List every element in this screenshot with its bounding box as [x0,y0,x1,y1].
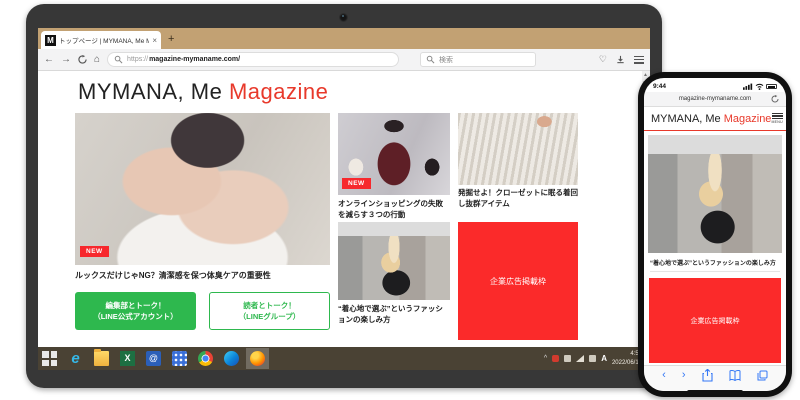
laptop-device: M トップページ | MYMANA, Me M… × + ← → ⌂ https… [26,4,662,388]
line-official-button-line2: （LINE公式アカウント） [93,311,178,322]
phone-status-icons [743,83,777,90]
webcam [339,13,348,22]
phone-url-bar[interactable]: magazine-mymaname.com [644,92,786,107]
cellular-signal-icon [743,83,753,90]
page-title-black: MYMANA, Me [78,79,229,104]
page-title-red: Magazine [229,79,328,104]
search-icon [114,55,123,64]
tabs-icon[interactable] [757,370,768,381]
featured-article-image[interactable]: NEW [75,113,330,265]
start-button-icon[interactable] [42,351,57,366]
file-explorer-icon[interactable] [94,351,109,366]
phone-forward-icon[interactable]: › [682,370,686,381]
article-title-shopping[interactable]: オンラインショッピングの失敗を減らす３つの行動 [338,199,450,221]
browser-tab-strip: M トップページ | MYMANA, Me M… × + [38,28,650,49]
chrome-icon[interactable] [198,351,213,366]
mail-icon[interactable]: @ [146,351,161,366]
network-icon[interactable] [576,355,584,362]
site-favicon: M [45,35,56,46]
home-icon[interactable]: ⌂ [94,55,100,65]
browser-tab[interactable]: M トップページ | MYMANA, Me M… × [41,31,161,49]
phone-screen: 9:44 magazine-mymaname.com [644,78,786,391]
page-title: MYMANA, Me Magazine [78,79,328,105]
phone-site-header: MYMANA, Me Magazine MENU [644,107,786,131]
ad-placeholder-label: 企業広告掲載枠 [490,276,546,287]
back-icon[interactable]: ← [44,55,54,65]
divider [650,271,780,272]
tray-power-icon[interactable] [564,355,571,362]
apps-grid-icon[interactable] [172,351,187,366]
internet-explorer-icon[interactable]: e [68,351,83,366]
tray-app-icon[interactable] [552,355,559,362]
laptop-screen: M トップページ | MYMANA, Me M… × + ← → ⌂ https… [38,28,650,370]
article-image-shopping[interactable]: NEW [338,113,450,195]
firefox-active-task[interactable] [246,348,269,369]
share-icon[interactable] [702,369,713,382]
address-bar[interactable]: https:// magazine-mymaname.com/ [107,52,399,67]
bookmarks-icon[interactable] [729,370,741,381]
article-title-closet[interactable]: 発掘せよ！クローゼットに眠る着回し抜群アイテム [458,188,578,210]
phone-ad-placeholder-label: 企業広告掲載枠 [691,316,740,326]
phone-status-time: 9:44 [653,83,666,90]
line-group-button[interactable]: 読者とトーク！ （LINEグループ） [209,292,330,330]
forward-icon[interactable]: → [61,55,71,65]
firefox-icon [250,351,265,366]
article-image-closet[interactable] [458,113,578,185]
article-title-fashion[interactable]: “着心地で選ぶ”というファッションの楽しみ方 [338,304,450,326]
line-group-button-line2: （LINEグループ） [239,311,301,322]
tray-expand-icon[interactable]: ^ [544,355,547,362]
article-image-fashion[interactable] [338,222,450,300]
ad-placeholder-box[interactable]: 企業広告掲載枠 [458,222,578,340]
new-tab-button[interactable]: + [168,33,174,45]
webpage-content: MYMANA, Me Magazine NEW ルックスだけじゃNG？清潔感を保… [38,71,650,347]
phone-article-title[interactable]: “着心地で選ぶ”というファッションの楽しみ方 [650,258,780,267]
search-placeholder: 検索 [439,55,453,65]
search-box[interactable]: 検索 [420,52,536,67]
phone-menu-button[interactable]: MENU [771,113,783,125]
phone-site-title: MYMANA, Me Magazine [651,113,771,125]
new-badge: NEW [342,178,371,189]
battery-icon [766,84,777,89]
url-host: magazine-mymaname.com/ [149,56,240,63]
phone-menu-label: MENU [771,120,783,124]
phone-url-text: magazine-mymaname.com [679,96,751,102]
menu-icon[interactable] [634,56,644,64]
tab-close-icon[interactable]: × [152,36,157,45]
phone-site-title-black: MYMANA, Me [651,113,724,125]
phone-site-title-red: Magazine [724,113,772,125]
featured-article-title[interactable]: ルックスだけじゃNG？清潔感を保つ体臭ケアの重要性 [75,270,330,282]
bookmark-icon[interactable]: ♡ [599,54,607,65]
tab-title: トップページ | MYMANA, Me M… [59,35,149,45]
url-scheme: https:// [127,56,148,63]
phone-device: 9:44 magazine-mymaname.com [638,72,792,397]
phone-status-bar: 9:44 [644,80,786,92]
phone-article-image[interactable] [648,135,782,253]
phone-safari-toolbar: ‹ › [644,365,786,391]
new-badge: NEW [80,246,109,257]
download-icon[interactable] [616,55,625,64]
edge-icon[interactable] [224,351,239,366]
reload-icon[interactable] [78,55,87,64]
search-icon [426,55,435,64]
line-group-button-line1: 読者とトーク！ [243,300,296,311]
line-official-button[interactable]: 編集部とトーク！ （LINE公式アカウント） [75,292,196,330]
navbar-right-icons: ♡ [599,54,644,65]
phone-ad-placeholder-box[interactable]: 企業広告掲載枠 [649,278,781,363]
volume-icon[interactable] [589,355,596,362]
excel-icon[interactable]: X [120,351,135,366]
phone-back-icon[interactable]: ‹ [662,370,666,381]
windows-taskbar: e X @ ^ A 4:53 2022/06/18 [38,347,650,370]
ime-indicator[interactable]: A [601,354,607,363]
line-official-button-line1: 編集部とトーク！ [106,300,166,311]
wifi-icon [755,83,764,90]
system-tray: ^ A 4:53 2022/06/18 [544,350,646,368]
browser-navbar: ← → ⌂ https:// magazine-mymaname.com/ [38,49,650,71]
home-indicator[interactable] [687,390,743,394]
phone-reload-icon[interactable] [771,95,779,103]
